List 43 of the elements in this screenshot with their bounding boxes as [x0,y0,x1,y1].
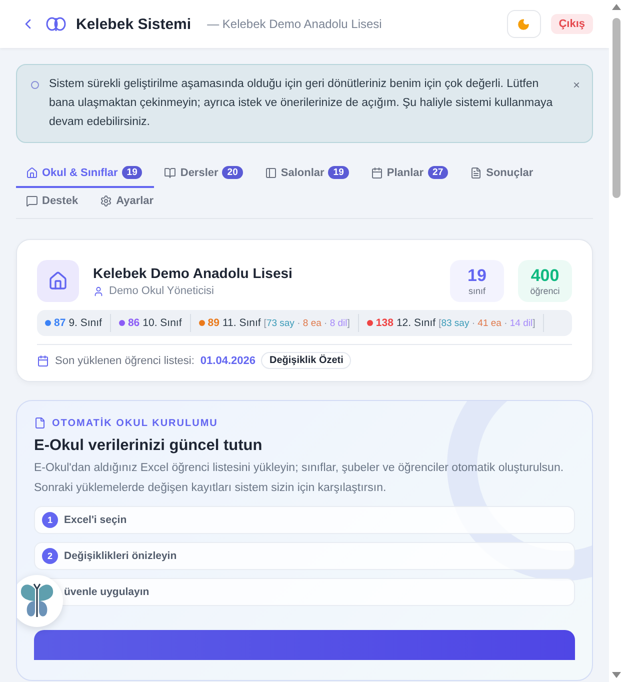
stat-label: öğrenci [530,286,560,296]
app-title: Kelebek Sistemi [76,16,192,32]
tab[interactable]: Destek [16,188,90,216]
changes-button[interactable]: Değişiklik Özeti [261,352,352,369]
grade-label: 11. Sınıf [222,317,261,329]
setup-description: E-Okul'dan aldığınız Excel öğrenci listesini yükleyin; sınıflar, şubeler ve öğrenciler otomatik oluşturulsun. Sonraki yüklemelerde değişen kayıtları sistem sizin için karşılaştırsın. [34,461,565,496]
grade-count: 138 [376,317,394,329]
grade-label: 9. Sınıf [68,317,102,329]
tab[interactable]: Ayarlar [90,188,166,216]
step-label: üvenle uygulayın [64,586,150,598]
section-eyebrow: OTOMATİK OKUL KURULUMU [52,418,218,428]
tab-count: 19 [328,166,349,179]
stat-value: 400 [530,266,560,286]
school-role: Demo Okul Yöneticisi [109,285,214,297]
step-number: 1 [42,512,58,528]
grade-label: 10. Sınıf [142,317,182,329]
tab-count: 27 [428,166,448,179]
tab[interactable]: Salonlar 19 [254,159,361,188]
grade-count: 89 [208,317,220,329]
banner-text: Sistem sürekli geliştirilme aşamasında olduğu için geri dönütleriniz benim için çok değerli. Lütfen bana ulaşmaktan çekinmeyin; ayrıca istek ve önerilerinize de açığım. Şu haliyle sistemi kullanmaya devam edebilirsiniz. [49,77,554,130]
school-subtitle: — Kelebek Demo Anadolu Lisesi [207,17,383,31]
tab[interactable]: Sonuçlar [460,159,546,188]
close-button[interactable]: × [572,78,580,92]
logout-button[interactable]: Çıkış [550,14,593,34]
tab[interactable]: Planlar 27 [360,159,460,188]
step-label: Excel'i seçin [64,514,127,526]
grade-label: 12. Sınıf [396,317,436,329]
grade-count: 87 [54,317,66,329]
grade-count: 86 [128,317,140,329]
tab[interactable]: Dersler 20 [154,159,255,188]
grade-breakdown: [73 say · 8 ea · 8 dil] [264,318,350,328]
upload-label: Son yüklenen öğrenci listesi: [55,354,194,366]
setup-title: E-Okul verilerinizi güncel tutun [34,437,264,455]
stat-label: sınıf [468,286,486,296]
step-number: 2 [42,548,58,564]
school-name: Kelebek Demo Anadolu Lisesi [93,265,294,281]
tab[interactable]: Okul & Sınıflar 19 [16,159,154,188]
grade-breakdown: [83 say · 41 ea · 14 dil] [438,318,536,328]
step-label: Değişiklikleri önizleyin [64,550,177,562]
tab-count: 20 [222,166,243,179]
upload-date: 01.04.2026 [200,354,256,366]
stat-value: 19 [468,266,486,286]
tab-count: 19 [122,166,142,179]
